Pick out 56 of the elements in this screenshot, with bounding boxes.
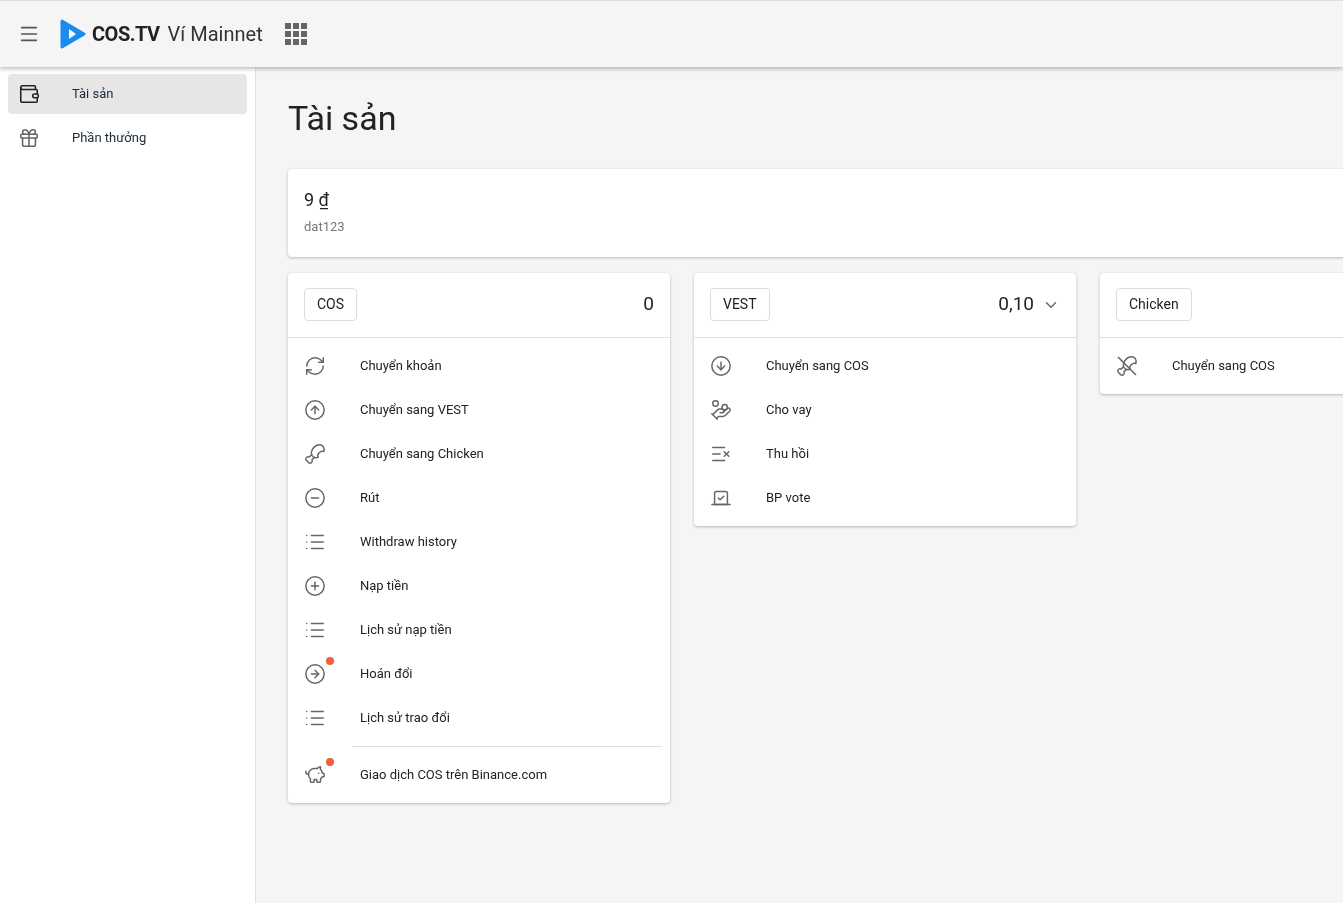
token-chip: Chicken	[1116, 288, 1192, 321]
gift-icon	[18, 127, 40, 149]
refresh-icon	[304, 354, 326, 377]
action-item[interactable]: Hoán đổi	[288, 651, 670, 696]
action-label: Hoán đổi	[360, 664, 413, 683]
wallet-icon	[18, 83, 40, 105]
circle-arrow-up-icon	[304, 398, 326, 421]
action-label: Withdraw history	[360, 532, 457, 551]
action-label: Chuyển sang Chicken	[360, 444, 484, 463]
sidebar-item[interactable]: Tài sản	[8, 74, 247, 114]
action-label: Chuyển khoản	[360, 356, 442, 375]
circle-plus-icon	[304, 574, 326, 597]
brand-name: COS.TV	[92, 21, 160, 48]
action-item[interactable]: Giao dịch COS trên Binance.com	[288, 752, 670, 797]
action-item[interactable]: Chuyển sang VEST	[288, 387, 670, 432]
action-label: Lịch sử trao đổi	[360, 708, 450, 727]
hand-coin-icon	[710, 398, 732, 421]
action-item[interactable]: Withdraw history	[288, 519, 670, 564]
action-label: Chuyển sang COS	[1172, 356, 1275, 375]
circle-arrow-down-icon	[710, 354, 732, 377]
token-chip: COS	[304, 288, 358, 321]
action-item[interactable]: Chuyển sang COS	[694, 343, 1076, 388]
action-item[interactable]: Chuyển sang Chicken	[288, 431, 670, 476]
play-logo-icon	[60, 19, 86, 49]
circle-arrow-right-icon	[304, 662, 326, 685]
action-item[interactable]: Lịch sử trao đổi	[288, 695, 670, 740]
action-label: Chuyển sang VEST	[360, 400, 469, 419]
action-item[interactable]: Chuyển khoản	[288, 343, 670, 388]
balance-amount: 9 ₫	[304, 188, 330, 211]
action-label: Lịch sử nạp tiền	[360, 620, 452, 639]
page-title: Tài sản	[288, 97, 398, 140]
apps-grid-icon[interactable]	[284, 23, 307, 45]
sidebar-item[interactable]: Phần thưởng	[8, 118, 247, 158]
action-label: Chuyển sang COS	[766, 356, 869, 375]
action-item[interactable]: Chuyển sang COS	[1100, 343, 1343, 388]
drumstick-icon	[304, 442, 326, 465]
action-item[interactable]: Lịch sử nạp tiền	[288, 607, 670, 652]
circle-minus-icon	[304, 486, 326, 509]
drumstick-off-icon	[1116, 354, 1138, 377]
app-title: Ví Mainnet	[167, 21, 263, 48]
action-item[interactable]: Nạp tiền	[288, 563, 670, 608]
action-label: Nạp tiền	[360, 576, 409, 595]
action-label: BP vote	[766, 488, 811, 507]
action-label: Giao dịch COS trên Binance.com	[360, 765, 548, 784]
action-item[interactable]: Cho vay	[694, 387, 1076, 432]
token-balance: 0,10	[998, 291, 1034, 318]
account-name: dat123	[304, 218, 346, 236]
token-balance: 0	[643, 291, 654, 318]
action-label: Cho vay	[766, 400, 812, 419]
piggy-bank-icon	[304, 763, 326, 786]
action-item[interactable]: Rút	[288, 475, 670, 520]
action-label: Rút	[360, 488, 380, 507]
token-chip: VEST	[710, 288, 770, 321]
action-item[interactable]: Thu hồi	[694, 431, 1076, 476]
action-label: Thu hồi	[766, 444, 810, 463]
action-item[interactable]: BP vote	[694, 475, 1076, 520]
